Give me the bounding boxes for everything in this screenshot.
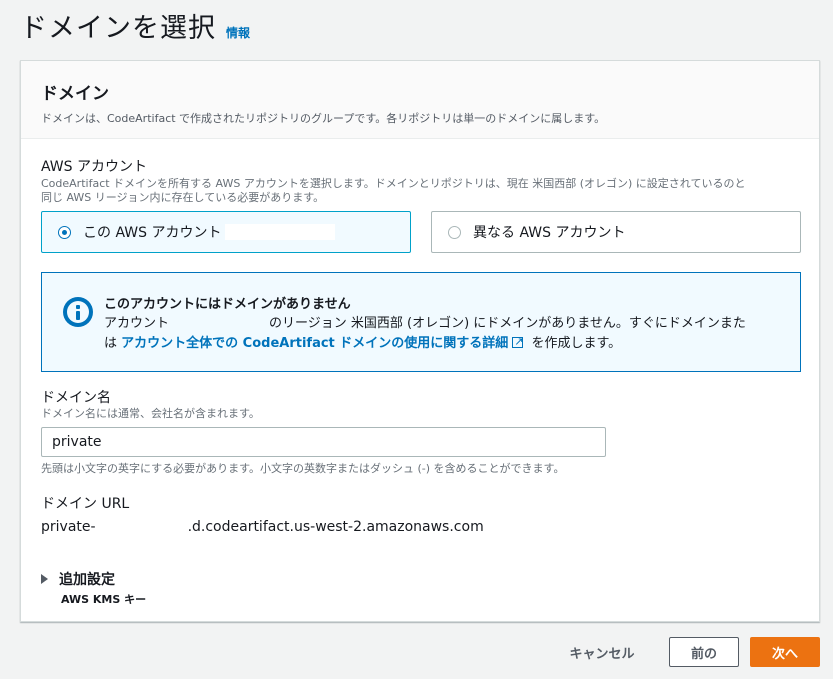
domain-name-label: ドメイン名 — [41, 390, 111, 406]
domain-url-label: ドメイン URL — [41, 496, 130, 512]
page-title: ドメインを選択 — [20, 13, 216, 44]
alert-body-suffix: を作成します。 — [531, 336, 622, 351]
radio-this-account[interactable]: この AWS アカウント — [41, 211, 411, 253]
domain-url-suffix: .d.codeartifact.us-west-2.amazonaws.com — [187, 519, 484, 535]
external-link-icon — [512, 332, 524, 352]
alert-body-prefix: アカウント — [104, 316, 170, 331]
panel-description: ドメインは、CodeArtifact で作成されたリポジトリのグループです。各リ… — [41, 112, 606, 125]
alert-title: このアカウントにはドメインがありません — [104, 297, 351, 312]
aws-account-description-line2: 同じ AWS リージョン内に存在している必要があります。 — [41, 191, 325, 204]
caret-right-icon — [41, 574, 48, 584]
radio-unchecked-icon — [448, 225, 461, 239]
alert-body-middle: のリージョン 米国西部 (オレゴン) にドメインがありません。すぐにドメインまた — [269, 316, 746, 331]
alert-body-line2-prefix: は — [104, 336, 118, 351]
domain-name-input[interactable] — [41, 427, 606, 457]
additional-settings-sub: AWS KMS キー — [61, 593, 147, 606]
domain-name-constraint: 先頭は小文字の英字にする必要があります。小文字の英数字またはダッシュ (-) を… — [41, 462, 565, 475]
additional-settings-label: 追加設定 — [59, 572, 115, 588]
aws-account-label: AWS アカウント — [41, 159, 147, 175]
info-icon — [63, 297, 93, 327]
radio-different-account[interactable]: 異なる AWS アカウント — [431, 211, 801, 253]
panel-header: ドメイン ドメインは、CodeArtifact で作成されたリポジトリのグループ… — [21, 61, 819, 139]
domain-url-value: private- .d.codeartifact.us-west-2.amazon… — [41, 519, 484, 535]
cancel-button[interactable]: キャンセル — [556, 637, 648, 667]
learn-more-link[interactable]: アカウント全体での CodeArtifact ドメインの使用に関する詳細 — [121, 336, 508, 351]
account-id-redacted — [225, 224, 336, 240]
domain-name-description: ドメイン名には通常、会社名が含まれます。 — [41, 407, 260, 420]
next-button[interactable]: 次へ — [750, 637, 820, 667]
radio-checked-icon — [58, 225, 71, 239]
panel-title: ドメイン — [41, 84, 109, 104]
domain-panel: ドメイン ドメインは、CodeArtifact で作成されたリポジトリのグループ… — [20, 60, 820, 622]
domain-url-prefix: private- — [41, 519, 96, 535]
alert-body: アカウント のリージョン 米国西部 (オレゴン) にドメインがありません。すぐにド… — [104, 314, 780, 354]
no-domain-alert: このアカウントにはドメインがありません アカウント のリージョン 米国西部 (オレ… — [41, 272, 801, 372]
radio-this-account-label: この AWS アカウント — [83, 225, 222, 241]
previous-button[interactable]: 前の — [669, 637, 739, 667]
aws-account-description-line1: CodeArtifact ドメインを所有する AWS アカウントを選択します。ド… — [41, 177, 746, 190]
info-link[interactable]: 情報 — [226, 24, 250, 41]
page-header: ドメインを選択 情報 — [20, 6, 250, 45]
additional-settings-toggle[interactable]: 追加設定 — [41, 569, 115, 589]
radio-different-account-label: 異なる AWS アカウント — [473, 225, 626, 241]
